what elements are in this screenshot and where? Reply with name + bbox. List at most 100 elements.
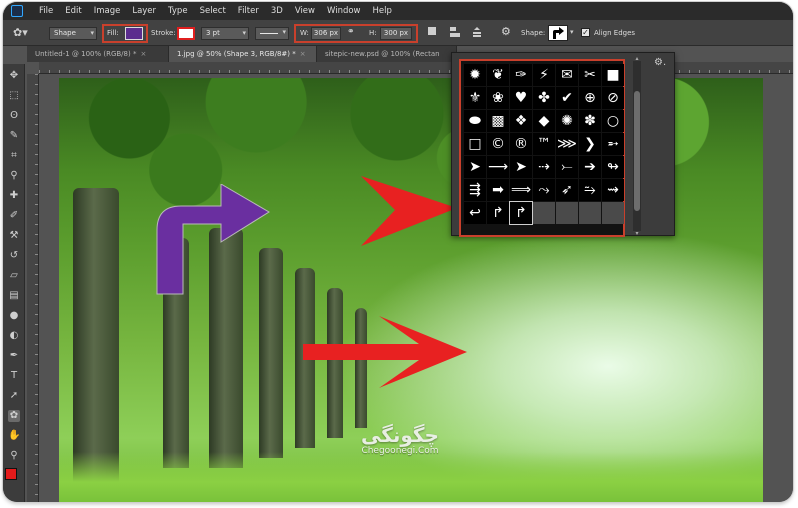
shape-option[interactable]: □ <box>464 133 486 155</box>
shape-option[interactable]: ➶ <box>556 179 578 201</box>
scroll-up-icon[interactable]: ▴ <box>633 55 641 62</box>
path-operations-icon[interactable] <box>427 26 439 38</box>
crop-icon[interactable]: ⌗ <box>8 150 20 162</box>
shape-option[interactable]: ✉ <box>556 64 578 86</box>
custom-shape-picker[interactable] <box>548 25 568 41</box>
shape-option[interactable]: ⋙ <box>556 133 578 155</box>
shape-option[interactable]: ⚜ <box>464 87 486 109</box>
tab-untitled-1[interactable]: Untitled-1 @ 100% (RGB/8) * × <box>27 46 169 62</box>
shape-option[interactable]: ⟶ <box>487 156 509 178</box>
scroll-down-icon[interactable]: ▾ <box>633 230 641 237</box>
zoom-icon[interactable]: ⚲ <box>8 450 20 462</box>
align-edges-checkbox[interactable]: ✓ <box>581 28 590 37</box>
shape-option[interactable]: ❖ <box>510 110 532 132</box>
shape-option[interactable]: ❯ <box>579 133 601 155</box>
shape-option[interactable]: ↱ <box>509 201 533 225</box>
shape-option[interactable]: ✤ <box>533 87 555 109</box>
shape-option[interactable]: ✽ <box>579 110 601 132</box>
pen-icon[interactable]: ✒ <box>8 350 20 362</box>
menu-help[interactable]: Help <box>367 6 398 16</box>
scroll-thumb[interactable] <box>634 91 640 211</box>
shape-option[interactable]: ❦ <box>487 64 509 86</box>
eyedropper-icon[interactable]: ⚲ <box>8 170 20 182</box>
shape-option[interactable]: ❀ <box>487 87 509 109</box>
tab-1-jpg[interactable]: 1.jpg @ 50% (Shape 3, RGB/8#) * × <box>169 46 317 62</box>
hand-icon[interactable]: ✋ <box>8 430 20 442</box>
chevron-down-icon[interactable]: ▾ <box>570 28 574 36</box>
menu-edit[interactable]: Edit <box>59 6 87 16</box>
blur-icon[interactable]: ● <box>8 310 20 322</box>
tab-sitepic-new[interactable]: sitepic-new.psd @ 100% (Rectan <box>317 46 457 62</box>
shape-option[interactable]: ⇶ <box>464 179 486 201</box>
horizontal-ruler[interactable] <box>39 62 793 74</box>
shape-option[interactable]: ⇢ <box>533 156 555 178</box>
shape-option[interactable]: ⥲ <box>579 179 601 201</box>
menu-window[interactable]: Window <box>321 6 367 16</box>
vertical-ruler[interactable] <box>27 74 39 502</box>
menu-select[interactable]: Select <box>194 6 232 16</box>
brush-icon[interactable]: ✐ <box>8 210 20 222</box>
shape-option[interactable]: ✑ <box>510 64 532 86</box>
clone-stamp-icon[interactable]: ⚒ <box>8 230 20 242</box>
shape-option[interactable]: ↱ <box>487 202 509 224</box>
shape-option[interactable]: ○ <box>602 110 624 132</box>
shape-option[interactable]: ➡ <box>487 179 509 201</box>
custom-shape-icon[interactable]: ✿ <box>8 410 20 422</box>
shape-option[interactable]: ➔ <box>579 156 601 178</box>
stroke-type-select[interactable] <box>255 27 289 40</box>
shape-option[interactable]: ↬ <box>602 156 624 178</box>
height-field[interactable]: 300 px <box>380 27 412 40</box>
tool-preset-picker-icon[interactable]: ✿▾ <box>13 26 35 40</box>
close-icon[interactable]: × <box>140 50 146 58</box>
shape-option[interactable]: ™ <box>533 133 555 155</box>
shape-option[interactable]: ✺ <box>556 110 578 132</box>
width-field[interactable]: 306 px <box>311 27 341 40</box>
shape-option[interactable]: ✂ <box>579 64 601 86</box>
menu-filter[interactable]: Filter <box>232 6 265 16</box>
shape-option[interactable]: ⬬ <box>464 110 486 132</box>
shape-option[interactable]: ➵ <box>602 133 624 155</box>
lasso-icon[interactable]: ʘ <box>8 110 20 122</box>
stroke-color-swatch[interactable] <box>177 27 195 40</box>
link-dimensions-icon[interactable]: ⚭ <box>347 27 355 37</box>
gradient-icon[interactable]: ▤ <box>8 290 20 302</box>
shape-option[interactable]: ✹ <box>464 64 486 86</box>
dodge-icon[interactable]: ◐ <box>8 330 20 342</box>
stroke-width-field[interactable]: 3 pt <box>201 27 249 40</box>
quick-select-icon[interactable]: ✎ <box>8 130 20 142</box>
shape-option[interactable]: ✔ <box>556 87 578 109</box>
shape-option[interactable]: ® <box>510 133 532 155</box>
shape-option[interactable]: ➤ <box>464 156 486 178</box>
shape-option[interactable]: ■ <box>602 64 624 86</box>
menu-layer[interactable]: Layer <box>126 6 162 16</box>
menu-image[interactable]: Image <box>88 6 127 16</box>
foreground-color-swatch[interactable] <box>5 468 17 480</box>
red-arrow-shape[interactable] <box>301 314 469 390</box>
shape-option[interactable]: © <box>487 133 509 155</box>
popup-scrollbar[interactable]: ▴ ▾ <box>633 55 641 237</box>
tool-mode-select[interactable]: Shape <box>49 27 97 40</box>
path-arrangement-icon[interactable] <box>471 26 483 38</box>
shape-option[interactable]: ⚡ <box>533 64 555 86</box>
gear-icon[interactable]: ⚙ <box>501 25 511 38</box>
shape-option[interactable]: ⟹ <box>510 179 532 201</box>
shape-option[interactable]: ⊘ <box>602 87 624 109</box>
red-arrow-shape[interactable] <box>359 174 459 248</box>
purple-turn-arrow-shape[interactable] <box>155 184 271 296</box>
history-brush-icon[interactable]: ↺ <box>8 250 20 262</box>
shape-option[interactable]: ▩ <box>487 110 509 132</box>
gear-icon[interactable]: ⚙. <box>654 57 666 68</box>
shape-option[interactable]: ◆ <box>533 110 555 132</box>
shape-option[interactable]: ⇝ <box>602 179 624 201</box>
eraser-icon[interactable]: ▱ <box>8 270 20 282</box>
path-alignment-icon[interactable] <box>449 26 461 38</box>
shape-option[interactable]: ♥ <box>510 87 532 109</box>
menu-type[interactable]: Type <box>162 6 194 16</box>
marquee-icon[interactable]: ⬚ <box>8 90 20 102</box>
shape-option[interactable]: ↩ <box>464 202 486 224</box>
shape-option[interactable]: ⊕ <box>579 87 601 109</box>
shape-option[interactable]: ⤚ <box>556 156 578 178</box>
close-icon[interactable]: × <box>300 50 306 58</box>
type-icon[interactable]: T <box>8 370 20 382</box>
move-icon[interactable]: ✥ <box>8 70 20 82</box>
